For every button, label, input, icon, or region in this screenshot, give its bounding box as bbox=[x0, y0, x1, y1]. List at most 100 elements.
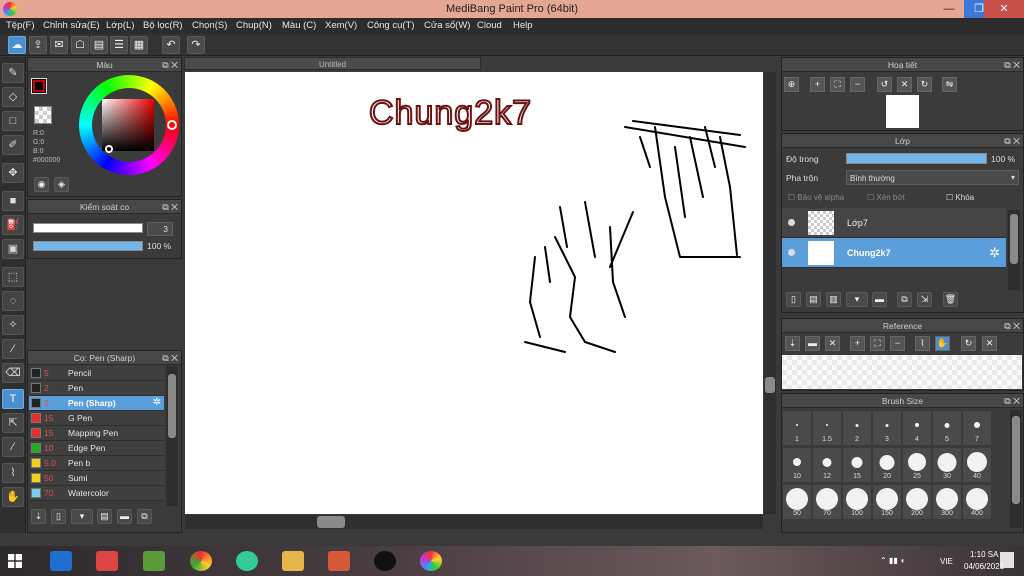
brush-size-cell[interactable]: 4 bbox=[902, 410, 932, 446]
dot-brush-icon[interactable]: ✐ bbox=[2, 135, 24, 155]
chat-icon[interactable]: ☖ bbox=[71, 36, 89, 54]
brush-size-slider[interactable] bbox=[33, 223, 143, 233]
language-indicator[interactable]: VIE bbox=[940, 557, 953, 566]
brush-list-item[interactable]: 2 Pen bbox=[29, 381, 164, 396]
brush-size-cell[interactable]: 3 bbox=[872, 410, 902, 446]
menu-cloud[interactable]: Cloud bbox=[477, 20, 502, 31]
zoom-out-icon[interactable]: − bbox=[850, 77, 865, 92]
saturation-value-square[interactable] bbox=[102, 99, 154, 151]
tray-icons[interactable]: ⌃ ▮▮ ◖ bbox=[880, 556, 905, 565]
open-folder-icon[interactable]: ▬ bbox=[805, 336, 820, 351]
grid-icon[interactable]: ▦ bbox=[130, 36, 148, 54]
clipping-checkbox[interactable]: ☐ Xén bớt bbox=[867, 193, 905, 202]
ref-eyedropper-icon[interactable]: ⌇ bbox=[915, 336, 930, 351]
clock-date[interactable]: 04/06/2021 bbox=[964, 562, 1004, 571]
new-8bit-layer-icon[interactable]: ▥ bbox=[826, 292, 841, 307]
brush-list-item[interactable]: 5.0 Pen b bbox=[29, 456, 164, 471]
close-ref-icon[interactable]: ✕ bbox=[825, 336, 840, 351]
lasso-tool-icon[interactable]: ◌ bbox=[2, 291, 24, 311]
brush-size-cell[interactable]: 5 bbox=[932, 410, 962, 446]
menu-edit[interactable]: Chỉnh sửa(E) bbox=[43, 20, 100, 31]
brush-size-cell[interactable]: 7 bbox=[962, 410, 992, 446]
panel-close-icon[interactable]: ⧉ ✕ bbox=[1004, 319, 1020, 333]
brush-size-cell[interactable]: 70 bbox=[812, 484, 842, 520]
brush-tool-icon[interactable]: ✎ bbox=[2, 63, 24, 83]
app-icon[interactable] bbox=[96, 551, 118, 571]
panel-close-icon[interactable]: ⧉ ✕ bbox=[162, 58, 178, 72]
menu-help[interactable]: Help bbox=[513, 20, 533, 31]
brush-list-scroll-thumb[interactable] bbox=[168, 374, 176, 438]
hue-picker[interactable] bbox=[167, 120, 177, 130]
brush-size-cell[interactable]: 2 bbox=[842, 410, 872, 446]
brush-list-item[interactable]: 15 Mapping Pen bbox=[29, 426, 164, 441]
layer-scrollbar[interactable] bbox=[1008, 210, 1020, 290]
layer-opacity-slider[interactable] bbox=[846, 153, 987, 164]
panel-close-icon[interactable]: ⧉ ✕ bbox=[162, 200, 178, 214]
magic-wand-icon[interactable]: ✧ bbox=[2, 315, 24, 335]
brush-size-cell[interactable]: 300 bbox=[932, 484, 962, 520]
redo-icon[interactable]: ↷ bbox=[187, 36, 205, 54]
select-pen-icon[interactable]: ⁄ bbox=[2, 339, 24, 359]
reference-preview[interactable] bbox=[782, 355, 1022, 389]
comment-icon[interactable]: ✉ bbox=[50, 36, 68, 54]
notification-icon[interactable] bbox=[1000, 552, 1014, 568]
menu-tools[interactable]: Công cụ(T) bbox=[367, 20, 415, 31]
canvas-hscroll-thumb[interactable] bbox=[317, 516, 345, 528]
color-swap-icon[interactable]: ◈ bbox=[54, 177, 69, 192]
undo-icon[interactable]: ↶ bbox=[162, 36, 180, 54]
shape-tool-icon[interactable]: □ bbox=[2, 111, 24, 131]
new-halftone-layer-icon[interactable]: ▤ bbox=[806, 292, 821, 307]
eraser-tool-icon[interactable]: ◇ bbox=[2, 87, 24, 107]
page-list-icon[interactable]: ☰ bbox=[110, 36, 128, 54]
document-tab[interactable]: Untitled bbox=[184, 57, 481, 70]
brush-size-cell[interactable]: 50 bbox=[782, 484, 812, 520]
panel-close-icon[interactable]: ⧉ ✕ bbox=[1004, 58, 1020, 72]
brush-size-cell[interactable]: 400 bbox=[962, 484, 992, 520]
cloud-download-icon[interactable]: ⇣ bbox=[785, 336, 800, 351]
brush-size-cell[interactable]: 20 bbox=[872, 447, 902, 483]
lock-checkbox[interactable]: ☐ Khóa bbox=[946, 193, 974, 202]
bluestacks-icon[interactable] bbox=[143, 551, 165, 571]
menu-file[interactable]: Tệp(F) bbox=[6, 20, 35, 31]
move-tool-icon[interactable]: ✥ bbox=[2, 163, 24, 183]
canvas-vscroll-thumb[interactable] bbox=[765, 377, 775, 393]
gear-icon[interactable]: ✲ bbox=[153, 397, 161, 408]
brush-list-scrollbar[interactable] bbox=[166, 366, 178, 506]
ref-fit-icon[interactable]: ⛶ bbox=[870, 336, 885, 351]
export-icon[interactable]: ⇪ bbox=[29, 36, 47, 54]
brush-size-cell[interactable]: 30 bbox=[932, 447, 962, 483]
flip-icon[interactable]: ⇋ bbox=[942, 77, 957, 92]
brush-size-cell[interactable]: 200 bbox=[902, 484, 932, 520]
brush-size-cell[interactable]: 1.5 bbox=[812, 410, 842, 446]
brush-size-cell[interactable]: 12 bbox=[812, 447, 842, 483]
file-explorer-icon[interactable] bbox=[282, 551, 304, 571]
brush-copy-icon[interactable]: ⧉ bbox=[137, 509, 152, 524]
gradient-tool-icon[interactable]: ▣ bbox=[2, 239, 24, 259]
close-button[interactable]: ✕ bbox=[984, 0, 1024, 18]
brush-folder-icon[interactable]: ▬ bbox=[117, 509, 132, 524]
zoom-in-icon[interactable]: + bbox=[810, 77, 825, 92]
menu-layer[interactable]: Lớp(L) bbox=[106, 20, 134, 31]
ref-reset-icon[interactable]: ✕ bbox=[982, 336, 997, 351]
clock-time[interactable]: 1:10 SA bbox=[970, 550, 998, 559]
canvas-vertical-scrollbar[interactable] bbox=[764, 72, 776, 514]
cloud-icon[interactable]: ☁ bbox=[8, 36, 26, 54]
foreground-color-swatch[interactable] bbox=[31, 78, 47, 94]
brush-size-cell[interactable]: 25 bbox=[902, 447, 932, 483]
app3-icon[interactable] bbox=[328, 551, 350, 571]
gear-icon[interactable]: ✲ bbox=[989, 245, 1000, 261]
brush-size-cell[interactable]: 100 bbox=[842, 484, 872, 520]
windows-start-icon[interactable] bbox=[8, 554, 22, 568]
ref-zoom-out-icon[interactable]: − bbox=[890, 336, 905, 351]
panel-close-icon[interactable]: ⧉ ✕ bbox=[1004, 134, 1020, 148]
page-icon[interactable]: ▤ bbox=[90, 36, 108, 54]
brush-size-cell[interactable]: 10 bbox=[782, 447, 812, 483]
brush-list-item[interactable]: 70 Watercolor bbox=[29, 486, 164, 501]
medibang-icon[interactable] bbox=[420, 551, 442, 571]
new-layer-icon[interactable]: ▯ bbox=[786, 292, 801, 307]
visibility-icon[interactable] bbox=[788, 249, 795, 256]
zoom-fit-icon[interactable]: ⊕ bbox=[784, 77, 799, 92]
menu-window[interactable]: Cửa sổ(W) bbox=[424, 20, 470, 31]
brush-size-cell[interactable]: 15 bbox=[842, 447, 872, 483]
text-tool-icon[interactable]: T bbox=[2, 389, 24, 409]
